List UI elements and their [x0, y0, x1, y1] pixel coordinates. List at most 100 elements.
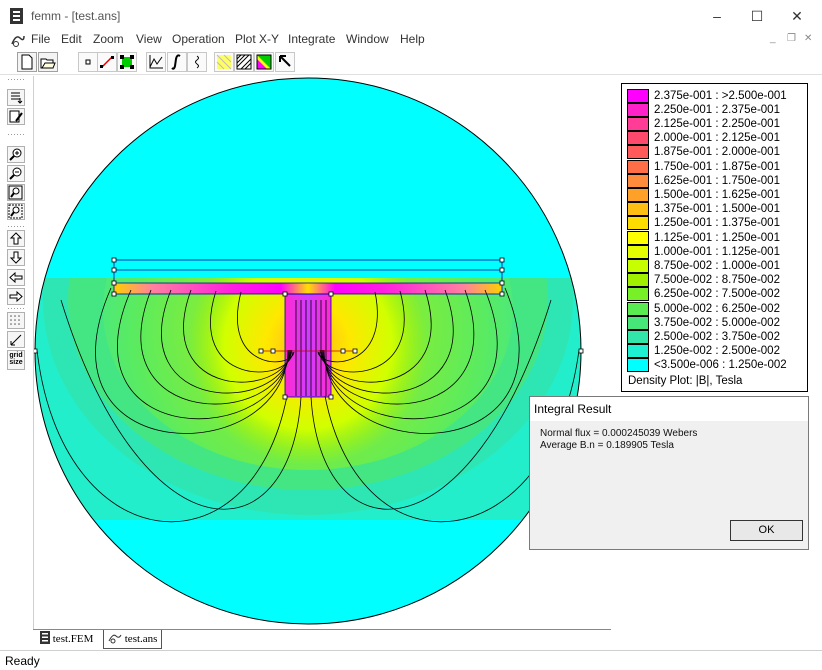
toolbar: [0, 50, 822, 75]
maximize-button[interactable]: ☐: [737, 4, 777, 28]
legend-label: 3.750e-002 : 5.000e-002: [654, 317, 780, 329]
doc-system-menu-icon[interactable]: [10, 32, 26, 48]
legend-label: <3.500e-006 : 1.250e-002: [654, 359, 787, 371]
legend-swatch: [627, 174, 649, 188]
menu-view[interactable]: View: [136, 32, 162, 46]
legend-label: 2.000e-001 : 2.125e-001: [654, 132, 780, 144]
plot-canvas[interactable]: [32, 76, 612, 629]
legend-swatch: [627, 302, 649, 316]
show-grid-icon[interactable]: [7, 312, 25, 329]
view-toolbar: grid size: [4, 76, 30, 376]
grid-size-icon[interactable]: grid size: [7, 350, 25, 370]
tab-label: test.ans: [124, 633, 158, 645]
mdi-restore-button[interactable]: ❐: [787, 33, 796, 44]
density-plot-icon[interactable]: [234, 52, 254, 72]
femm-doc-icon: [40, 631, 50, 644]
legend-row: 1.125e-001 : 1.250e-001: [627, 231, 807, 245]
legend-label: 1.750e-001 : 1.875e-001: [654, 161, 780, 173]
legend-swatch: [627, 316, 649, 330]
legend-label: 6.250e-002 : 7.500e-002: [654, 288, 780, 300]
toolbar-grip[interactable]: [7, 133, 25, 137]
pan-right-icon[interactable]: [7, 288, 25, 305]
legend-footer: Density Plot: |B|, Tesla: [628, 375, 743, 387]
legend-label: 1.000e-001 : 1.125e-001: [654, 246, 780, 258]
show-mesh-icon[interactable]: [214, 52, 234, 72]
snap-icon[interactable]: [187, 52, 207, 72]
mdi-minimize-button[interactable]: _: [770, 33, 776, 44]
status-bar: Ready: [0, 650, 822, 670]
legend-row: <3.500e-006 : 1.250e-002: [627, 358, 807, 372]
tab-test-fem[interactable]: test.FEM: [36, 630, 102, 649]
zoom-window-icon[interactable]: [7, 184, 25, 201]
close-button[interactable]: ✕: [777, 4, 817, 28]
legend-row: 1.250e-001 : 1.375e-001: [627, 216, 807, 230]
legend-swatch: [627, 344, 649, 358]
legend-swatch: [627, 202, 649, 216]
legend-label: 2.250e-001 : 2.375e-001: [654, 104, 780, 116]
legend-row: 2.125e-001 : 2.250e-001: [627, 117, 807, 131]
menu-plot-xy[interactable]: Plot X-Y: [235, 32, 279, 46]
point-mode-icon[interactable]: [78, 52, 98, 72]
legend-row: 1.625e-001 : 1.750e-001: [627, 174, 807, 188]
integrate-icon[interactable]: [167, 52, 187, 72]
legend-label: 1.500e-001 : 1.625e-001: [654, 189, 780, 201]
legend-label: 1.625e-001 : 1.750e-001: [654, 175, 780, 187]
legend-row: 1.000e-001 : 1.125e-001: [627, 245, 807, 259]
legend-row: 6.250e-002 : 7.500e-002: [627, 287, 807, 301]
show-labels-icon[interactable]: [7, 108, 25, 125]
menu-file[interactable]: File: [31, 32, 50, 46]
legend-swatch: [627, 259, 649, 273]
legend-label: 2.500e-002 : 3.750e-002: [654, 331, 780, 343]
pointer-icon[interactable]: [275, 52, 295, 72]
new-file-icon[interactable]: [17, 52, 37, 72]
legend-row: 1.875e-001 : 2.000e-001: [627, 145, 807, 159]
zoom-in-icon[interactable]: [7, 146, 25, 163]
menu-help[interactable]: Help: [400, 32, 425, 46]
pan-down-icon[interactable]: [7, 249, 25, 266]
legend-label: 1.875e-001 : 2.000e-001: [654, 146, 780, 158]
legend-swatch: [627, 245, 649, 259]
menu-integrate[interactable]: Integrate: [288, 32, 335, 46]
ok-button[interactable]: OK: [730, 520, 803, 541]
area-mode-icon[interactable]: [117, 52, 137, 72]
minimize-button[interactable]: –: [697, 4, 737, 28]
pan-up-icon[interactable]: [7, 230, 25, 247]
open-file-icon[interactable]: [38, 52, 58, 72]
zoom-out-icon[interactable]: [7, 165, 25, 182]
legend-swatch: [627, 330, 649, 344]
normal-flux-text: Normal flux = 0.000245039 Webers: [540, 428, 698, 439]
dialog-title: Integral Result: [530, 397, 808, 421]
menu-operation[interactable]: Operation: [172, 32, 225, 46]
show-points-icon[interactable]: [7, 89, 25, 106]
menu-zoom[interactable]: Zoom: [93, 32, 124, 46]
toolbar-grip[interactable]: [7, 225, 25, 229]
legend-label: 1.375e-001 : 1.500e-001: [654, 203, 780, 215]
legend-swatch: [627, 103, 649, 117]
legend-row: 2.250e-001 : 2.375e-001: [627, 103, 807, 117]
femm-result-icon: [108, 634, 122, 644]
contour-plot-icon[interactable]: [254, 52, 274, 72]
toolbar-grip[interactable]: [7, 78, 25, 82]
contour-mode-icon[interactable]: [97, 52, 117, 72]
window-title: femm - [test.ans]: [31, 9, 121, 23]
menu-window[interactable]: Window: [346, 32, 389, 46]
pan-left-icon[interactable]: [7, 269, 25, 286]
snap-grid-icon[interactable]: [7, 331, 25, 348]
legend-swatch: [627, 216, 649, 230]
legend-row: 1.500e-001 : 1.625e-001: [627, 188, 807, 202]
toolbar-grip[interactable]: [7, 307, 25, 311]
legend-row: 1.750e-001 : 1.875e-001: [627, 160, 807, 174]
density-plot[interactable]: [32, 76, 612, 629]
app-icon: [10, 8, 23, 24]
menu-edit[interactable]: Edit: [61, 32, 82, 46]
zoom-natural-icon[interactable]: [7, 203, 25, 220]
average-bn-text: Average B.n = 0.189905 Tesla: [540, 440, 674, 451]
document-tabs: test.FEM test.ans: [33, 629, 611, 649]
mdi-close-button[interactable]: ✕: [804, 33, 812, 44]
legend-row: 5.000e-002 : 6.250e-002: [627, 302, 807, 316]
legend-label: 1.250e-002 : 2.500e-002: [654, 345, 780, 357]
tab-test-ans[interactable]: test.ans: [103, 630, 162, 649]
legend-row: 1.250e-002 : 2.500e-002: [627, 344, 807, 358]
plot-xy-icon[interactable]: [146, 52, 166, 72]
legend-swatch: [627, 131, 649, 145]
